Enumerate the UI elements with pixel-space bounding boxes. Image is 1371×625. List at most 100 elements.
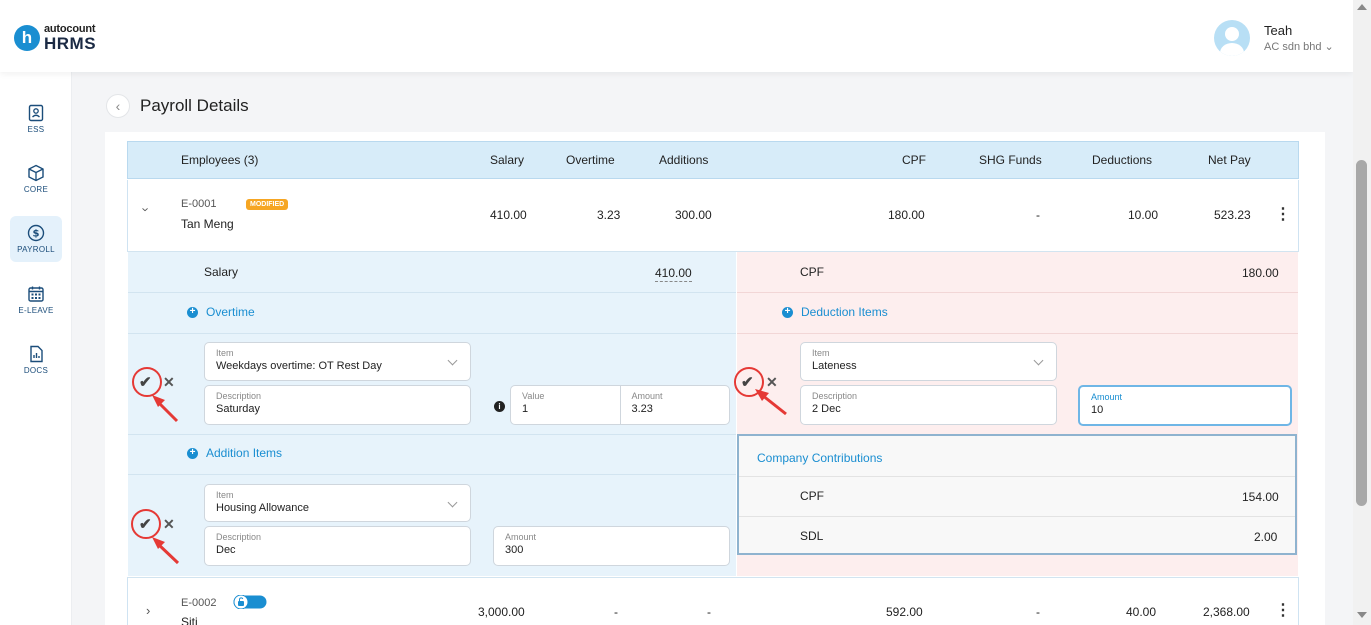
column-header-employees[interactable]: Employees (3) xyxy=(181,153,258,167)
overtime-amount-field: Amount 3.23 xyxy=(619,386,730,424)
sidebar-item-label: PAYROLL xyxy=(17,245,55,254)
dollar-icon: $ xyxy=(27,224,45,242)
column-header-overtime[interactable]: Overtime xyxy=(566,153,615,167)
table-header: Employees (3) Salary Overtime Additions … xyxy=(127,141,1299,179)
overtime-value-amount-field[interactable]: Value 1 Amount 3.23 xyxy=(510,385,730,425)
sidebar-item-label: E-LEAVE xyxy=(18,306,54,315)
user-name: Teah xyxy=(1264,23,1293,38)
add-deduction-button[interactable]: + Deduction Items xyxy=(782,305,888,319)
sidebar-item-core[interactable]: CORE xyxy=(10,156,62,202)
cpf-value: 180.00 xyxy=(888,208,925,222)
sidebar-item-payroll[interactable]: $ PAYROLL xyxy=(10,216,62,262)
net-pay-value: 2,368.00 xyxy=(1203,605,1250,619)
salary-amount[interactable]: 410.00 xyxy=(655,266,692,282)
user-menu[interactable]: Teah AC sdn bhd ⌄ xyxy=(1214,20,1334,56)
page-header: ‹ Payroll Details xyxy=(106,94,249,118)
plus-circle-icon: + xyxy=(187,306,198,318)
deduction-amount-field[interactable]: Amount 10 xyxy=(1078,385,1292,426)
page-scrollbar[interactable] xyxy=(1353,0,1371,625)
sidebar-item-label: DOCS xyxy=(23,366,49,375)
overtime-value: - xyxy=(614,605,618,619)
chevron-down-icon[interactable]: › xyxy=(139,207,154,211)
annotation-arrow-icon xyxy=(152,537,180,565)
cancel-close-icon[interactable]: ✕ xyxy=(163,516,175,533)
deductions-value: 40.00 xyxy=(1126,605,1157,619)
logo-big-text: HRMS xyxy=(44,34,97,53)
deductions-value: 10.00 xyxy=(1128,208,1159,222)
row-menu-icon[interactable]: ⋮ xyxy=(1275,603,1291,619)
column-header-additions[interactable]: Additions xyxy=(659,153,708,167)
sidebar-item-docs[interactable]: DOCS xyxy=(10,337,62,383)
additions-value: - xyxy=(707,605,711,619)
contribution-value: 154.00 xyxy=(1242,490,1279,504)
sidebar-item-label: CORE xyxy=(23,185,49,194)
avatar[interactable] xyxy=(1214,20,1250,56)
info-icon[interactable]: i xyxy=(494,401,505,412)
chevron-right-icon[interactable]: › xyxy=(146,603,150,618)
logo-mark: h xyxy=(14,25,40,51)
app-logo[interactable]: h autocount HRMS xyxy=(14,24,96,52)
column-header-salary[interactable]: Salary xyxy=(490,153,524,167)
addition-description-field[interactable]: Description Dec xyxy=(204,526,471,566)
salary-value: 410.00 xyxy=(490,208,527,222)
deduction-item-select[interactable]: Item Lateness xyxy=(800,342,1057,381)
scroll-up-icon[interactable] xyxy=(1357,4,1367,10)
column-header-net-pay[interactable]: Net Pay xyxy=(1208,153,1251,167)
table-row[interactable]: › E-0002 Siti 3,000.00 - - 592.00 - 40.0… xyxy=(127,577,1299,625)
ess-icon xyxy=(28,104,44,122)
add-overtime-label: Overtime xyxy=(206,305,255,319)
document-icon xyxy=(30,345,43,363)
back-button[interactable]: ‹ xyxy=(106,94,130,118)
status-badge: MODIFIED xyxy=(246,199,289,210)
cube-icon xyxy=(28,164,44,182)
overtime-item-select[interactable]: Item Weekdays overtime: OT Rest Day xyxy=(204,342,471,381)
overtime-value: 3.23 xyxy=(597,208,621,222)
additions-value: 300.00 xyxy=(675,208,712,222)
scroll-down-icon[interactable] xyxy=(1357,612,1367,618)
overtime-value-field[interactable]: Value 1 xyxy=(511,386,620,424)
cancel-close-icon[interactable]: ✕ xyxy=(163,374,175,391)
shg-value: - xyxy=(1036,605,1040,619)
add-overtime-button[interactable]: + Overtime xyxy=(187,305,255,319)
company-selector[interactable]: AC sdn bhd ⌄ xyxy=(1264,40,1334,53)
row-menu-icon[interactable]: ⋮ xyxy=(1275,207,1291,223)
company-contributions-box: Company Contributions CPF 154.00 SDL 2.0… xyxy=(737,434,1297,555)
column-header-deductions[interactable]: Deductions xyxy=(1092,153,1152,167)
calendar-icon xyxy=(28,286,44,302)
sidebar-item-eleave[interactable]: E-LEAVE xyxy=(10,277,62,323)
overtime-description-field[interactable]: Description Saturday xyxy=(204,385,471,425)
cpf-value: 592.00 xyxy=(886,605,923,619)
table-row[interactable]: › E-0001 MODIFIED Tan Meng 410.00 3.23 3… xyxy=(127,180,1299,252)
sidebar-item-label: ESS xyxy=(27,125,45,134)
net-pay-value: 523.23 xyxy=(1214,208,1251,222)
scroll-thumb[interactable] xyxy=(1356,160,1367,506)
page-title: Payroll Details xyxy=(140,96,249,115)
sidebar-item-ess[interactable]: ESS xyxy=(10,96,62,142)
employee-id: E-0001 xyxy=(181,198,217,210)
svg-text:$: $ xyxy=(33,229,40,240)
salary-value: 3,000.00 xyxy=(478,605,525,619)
cpf-amount: 180.00 xyxy=(1242,266,1279,280)
annotation-arrow-icon xyxy=(755,389,787,416)
lock-toggle-icon[interactable] xyxy=(233,595,267,609)
top-bar: h autocount HRMS Teah AC sdn bhd ⌄ xyxy=(0,0,1353,72)
employee-name[interactable]: Siti xyxy=(181,615,198,625)
contribution-label: SDL xyxy=(800,529,824,543)
plus-circle-icon: + xyxy=(187,447,198,459)
cpf-label: CPF xyxy=(800,265,824,279)
add-addition-button[interactable]: + Addition Items xyxy=(187,446,282,460)
contribution-label: CPF xyxy=(800,489,824,503)
column-header-cpf[interactable]: CPF xyxy=(902,153,926,167)
add-deduction-label: Deduction Items xyxy=(801,305,888,319)
deduction-description-field[interactable]: Description 2 Dec xyxy=(800,385,1057,425)
addition-amount-field[interactable]: Amount 300 xyxy=(493,526,730,566)
contribution-value: 2.00 xyxy=(1254,530,1278,544)
column-header-shg-funds[interactable]: SHG Funds xyxy=(979,153,1042,167)
add-addition-label: Addition Items xyxy=(206,446,283,460)
plus-circle-icon: + xyxy=(782,306,793,318)
addition-item-select[interactable]: Item Housing Allowance xyxy=(204,484,471,522)
employee-name[interactable]: Tan Meng xyxy=(181,217,234,231)
annotation-arrow-icon xyxy=(152,395,179,423)
company-contributions-title: Company Contributions xyxy=(757,451,883,465)
salary-label: Salary xyxy=(204,265,239,279)
